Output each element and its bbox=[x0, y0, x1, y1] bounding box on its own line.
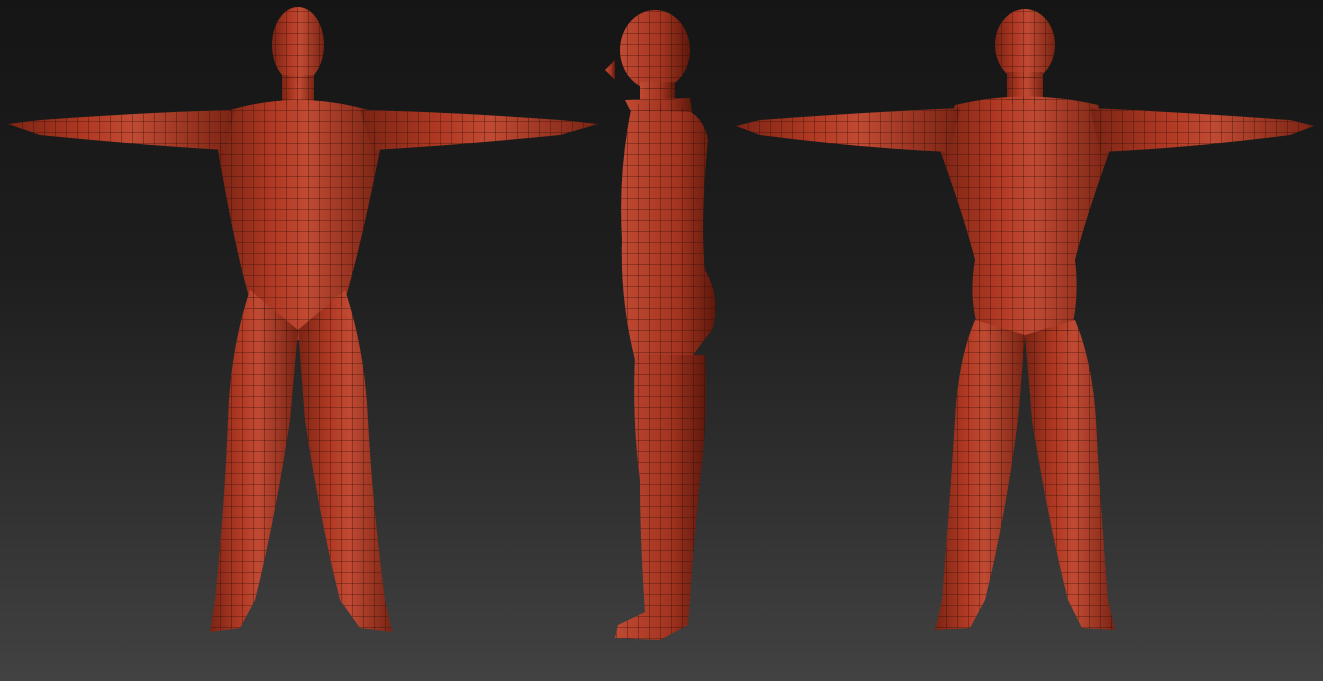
front-view-figure bbox=[8, 7, 598, 632]
back-view-figure bbox=[736, 9, 1314, 630]
3d-viewport[interactable] bbox=[0, 0, 1323, 681]
figure-canvas bbox=[8, 7, 1314, 640]
side-view-figure bbox=[605, 10, 716, 640]
